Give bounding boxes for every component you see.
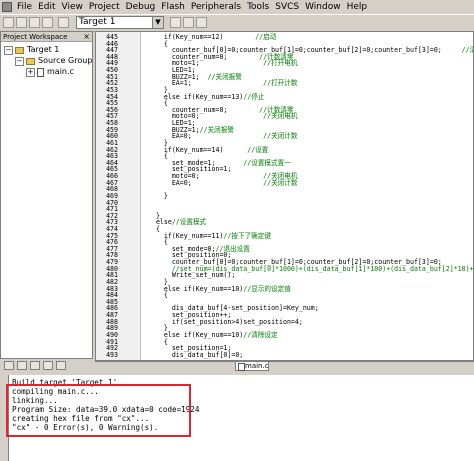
chevron-down-icon[interactable]: ▼ <box>152 17 163 28</box>
tree-item-label: main.c <box>47 67 74 76</box>
code-comment: //启动 <box>223 33 277 41</box>
file-icon <box>37 67 44 77</box>
line-number: 493 <box>106 350 118 359</box>
folder-icon <box>15 46 24 54</box>
files-tab-icon[interactable] <box>4 361 14 370</box>
code-comment: //按下了确定键 <box>223 231 271 240</box>
menu-item[interactable]: Tools <box>244 1 272 13</box>
menu-bar: File Edit View Project Debug Flash Peripherals… <box>0 0 474 14</box>
templates-tab-icon[interactable] <box>56 361 66 370</box>
workspace-title-bar: Project Workspace × <box>1 32 92 42</box>
menu-item[interactable]: Edit <box>35 1 58 13</box>
collapse-icon[interactable]: − <box>4 45 13 55</box>
expand-icon[interactable]: + <box>26 67 35 77</box>
code-text: } <box>148 191 168 200</box>
code-comment: //清除设定 <box>243 330 278 339</box>
books-tab-icon[interactable] <box>30 361 40 370</box>
code-line: { <box>148 292 168 299</box>
functions-tab-icon[interactable] <box>43 361 53 370</box>
code-comment: //设置 <box>223 145 269 154</box>
menu-item[interactable]: Window <box>302 1 344 13</box>
menu-item[interactable]: Help <box>344 1 371 13</box>
code-editor[interactable]: 445 if(Key_num==12) //启动 446 {447 counter… <box>95 31 474 361</box>
code-comment: //设置模式 <box>171 218 207 227</box>
code-comment: //打开计数 <box>191 79 298 88</box>
close-icon[interactable]: × <box>83 32 90 42</box>
code-line: } <box>148 191 168 200</box>
code-text: dis_data_buf[0]=0; <box>148 350 244 359</box>
tree-item[interactable]: − Target 1 <box>4 45 59 55</box>
tab-label: main.c <box>245 362 269 370</box>
menu-item[interactable]: View <box>59 1 86 13</box>
code-text: if(set_position>4)set_position=4; <box>148 317 303 326</box>
file-icon <box>238 363 245 371</box>
translate-icon[interactable] <box>3 17 14 28</box>
books-icon[interactable] <box>196 17 207 28</box>
app-icon <box>2 2 12 12</box>
code-text: { <box>148 291 168 300</box>
tree-item[interactable]: + main.c <box>26 67 74 77</box>
menu-item[interactable]: File <box>14 1 35 13</box>
toolbar: Target 1 ▼ <box>0 14 474 32</box>
collapse-icon[interactable]: − <box>15 56 24 66</box>
target-select-value: Target 1 <box>79 17 116 27</box>
code-line: EA=0; //关闭计数 <box>148 178 298 187</box>
build-icon[interactable] <box>16 17 27 28</box>
code-line: dis_data_buf[0]=0; <box>148 350 244 359</box>
code-line: EA=1; //打开计数 <box>148 79 298 88</box>
target-options-icon[interactable] <box>170 17 181 28</box>
download-icon[interactable] <box>58 17 69 28</box>
menu-item[interactable]: Debug <box>123 1 159 13</box>
menu-item[interactable]: SVCS <box>272 1 302 13</box>
project-workspace-panel: Project Workspace × − Target 1− Source Gro… <box>0 31 100 371</box>
components-icon[interactable] <box>183 17 194 28</box>
code-comment: //关闭电机 <box>199 112 298 121</box>
code-text: EA=0; <box>148 178 192 187</box>
rebuild-icon[interactable] <box>29 17 40 28</box>
highlight-box <box>6 384 191 437</box>
tree-item-label: Target 1 <box>27 45 60 54</box>
regs-tab-icon[interactable] <box>17 361 27 370</box>
folder-icon <box>26 57 35 65</box>
tab-main-c[interactable]: main.c <box>235 362 269 371</box>
code-comment: //关闭计数 <box>191 178 298 187</box>
code-comment: //停止 <box>243 92 265 101</box>
code-comment: //打开电机 <box>199 59 298 68</box>
code-comment: //显示的设定值 <box>243 284 291 293</box>
workspace-title: Project Workspace <box>3 33 68 41</box>
tree-item[interactable]: − Source Group 1 <box>15 56 100 66</box>
tree-item-label: Source Group 1 <box>38 56 101 65</box>
stop-build-icon[interactable] <box>42 17 53 28</box>
workspace-tabs <box>0 358 93 372</box>
menu-item[interactable]: Project <box>86 1 123 13</box>
code-comment: //关闭计数 <box>191 132 298 141</box>
code-line: if(set_position>4)set_position=4; <box>148 317 303 326</box>
menu-item[interactable]: Flash <box>158 1 188 13</box>
menu-item[interactable]: Peripherals <box>188 1 244 13</box>
target-select[interactable]: Target 1 ▼ <box>76 16 164 29</box>
code-comment: //清除显示 <box>461 46 473 55</box>
menu-items: File Edit View Project Debug Flash Peripherals… <box>14 1 370 13</box>
code-line: EA=0; //关闭计数 <box>148 132 298 141</box>
editor-tab-strip: main.c <box>95 361 474 372</box>
code-line: else if(Key_num==10)//显示的设定值 <box>148 284 291 293</box>
